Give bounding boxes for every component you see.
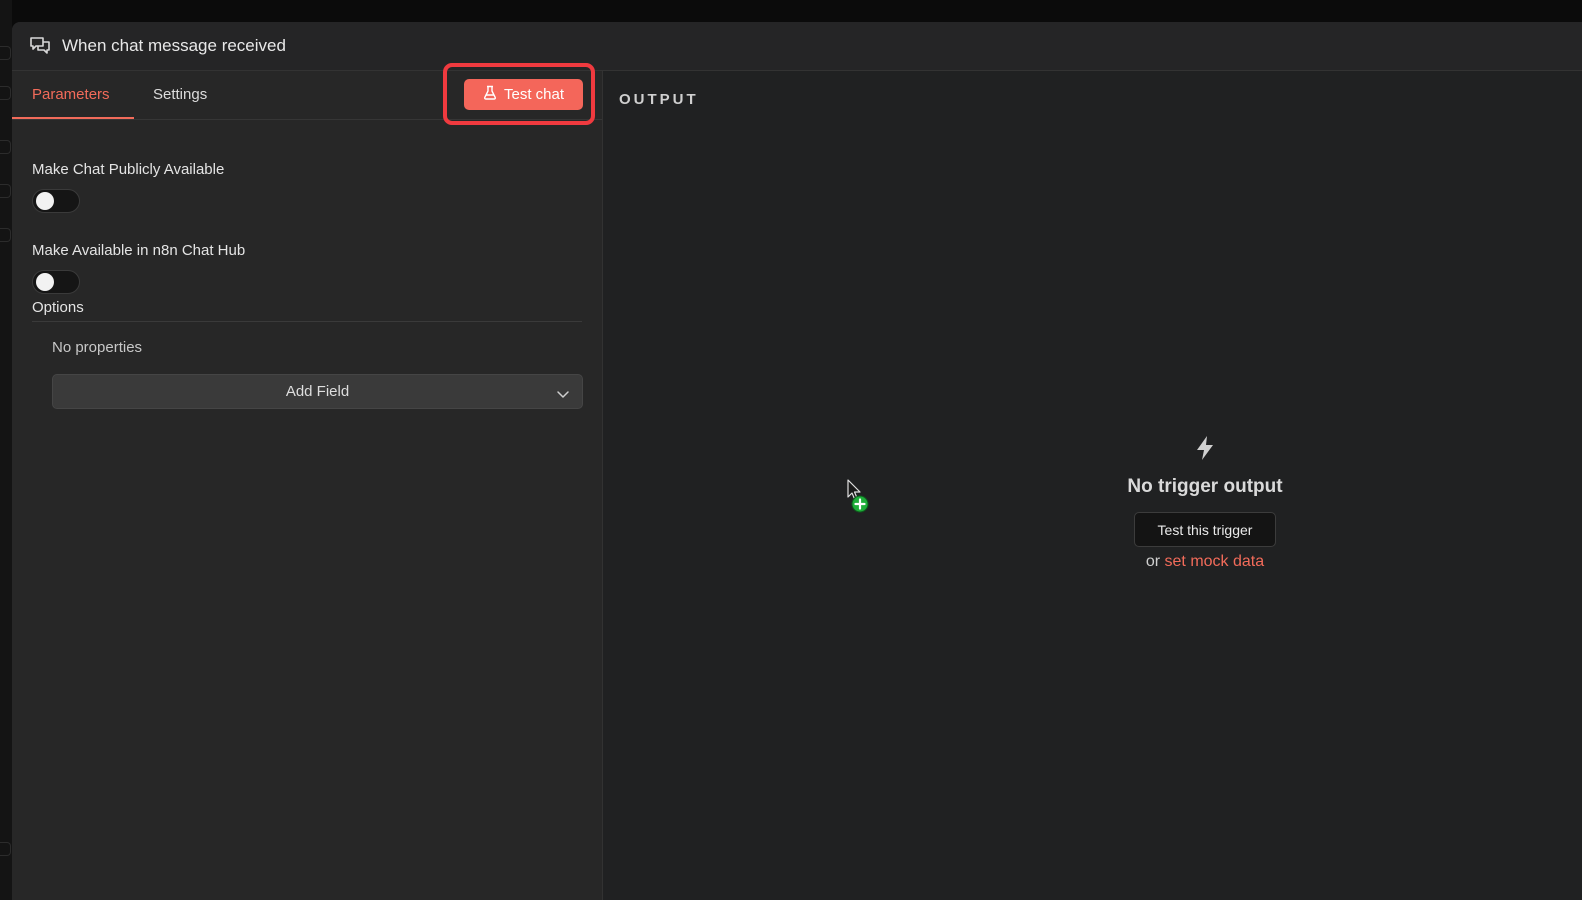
test-this-trigger-button[interactable]: Test this trigger — [1134, 512, 1276, 547]
mock-data-line: or set mock data — [1025, 553, 1385, 571]
sidebar-ghost-icon — [0, 228, 11, 242]
output-panel: OUTPUT No trigger output Test this trigg… — [603, 71, 1582, 900]
modal-header: When chat message received — [12, 22, 1582, 71]
modal-title: When chat message received — [62, 36, 286, 55]
lightning-bolt-icon — [1025, 435, 1385, 466]
active-tab-indicator — [12, 117, 134, 119]
public-toggle-label: Make Chat Publicly Available — [32, 161, 225, 178]
canvas-sidebar-strip — [0, 0, 12, 900]
tab-bar: Parameters Settings Test chat — [12, 63, 602, 125]
set-mock-data-link[interactable]: set mock data — [1165, 553, 1265, 570]
empty-output-state: No trigger output Test this trigger or s… — [1025, 435, 1385, 571]
sidebar-ghost-icon — [0, 86, 11, 100]
sidebar-ghost-icon — [0, 842, 11, 856]
no-trigger-output-title: No trigger output — [1127, 476, 1283, 497]
add-field-dropdown[interactable]: Add Field — [52, 374, 583, 409]
chat-hub-toggle[interactable] — [32, 270, 80, 294]
test-chat-label: Test chat — [503, 86, 565, 103]
node-details-modal: When chat message received Parameters Se… — [12, 22, 1582, 900]
tab-settings[interactable]: Settings — [153, 86, 207, 103]
test-chat-button[interactable]: Test chat — [464, 79, 583, 110]
mouse-cursor-copy-icon — [846, 478, 872, 514]
hub-toggle-label: Make Available in n8n Chat Hub — [32, 242, 246, 259]
app-root: When chat message received Parameters Se… — [0, 0, 1582, 900]
toggle-knob — [36, 192, 54, 210]
options-divider — [32, 321, 582, 322]
sidebar-ghost-icon — [0, 184, 11, 198]
output-label: OUTPUT — [619, 91, 699, 108]
options-label: Options — [32, 299, 84, 316]
flask-icon — [483, 85, 497, 104]
no-properties-text: No properties — [52, 339, 143, 356]
sidebar-ghost-icon — [0, 140, 11, 154]
parameters-panel: Parameters Settings Test chat Make Chat … — [12, 63, 603, 900]
sidebar-ghost-icon — [0, 46, 11, 60]
tab-parameters[interactable]: Parameters — [32, 86, 110, 103]
chat-bubbles-icon — [28, 34, 52, 58]
or-text: or — [1145, 553, 1161, 570]
add-field-label: Add Field — [285, 383, 350, 400]
chevron-down-icon — [556, 386, 570, 403]
public-chat-toggle[interactable] — [32, 189, 80, 213]
toggle-knob — [36, 273, 54, 291]
